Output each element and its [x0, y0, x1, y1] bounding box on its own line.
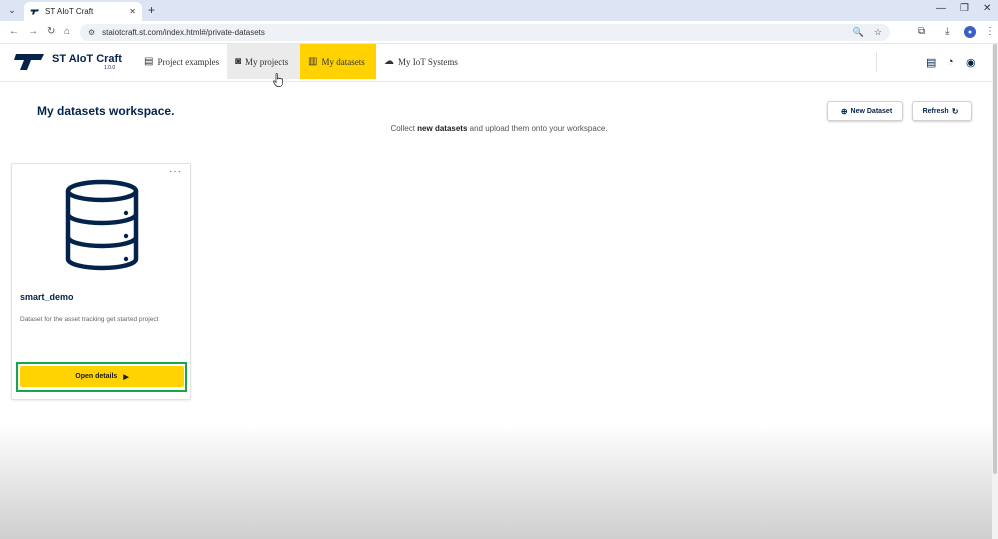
back-button[interactable]: ←: [9, 26, 19, 37]
page-subtitle: Collect new datasets and upload them ont…: [0, 124, 998, 133]
new-dataset-label: New Dataset: [850, 107, 893, 115]
cloud-icon: ☁: [384, 56, 394, 67]
add-circle-icon: ⊕: [840, 106, 848, 116]
subtitle-pre: Collect: [390, 124, 415, 133]
new-tab-button[interactable]: +: [148, 3, 155, 17]
minimize-button[interactable]: —: [936, 3, 946, 14]
nav-label: My projects: [245, 56, 289, 67]
card-more-menu-icon[interactable]: ···: [169, 166, 182, 177]
nav-label: Project examples: [157, 56, 220, 67]
zoom-icon[interactable]: 🔍: [853, 27, 864, 38]
nav-my-iot-systems[interactable]: ☁ My IoT Systems: [376, 44, 466, 79]
app-header: ST AIoT Craft 1.0.0 ▤ Project examples ◙…: [0, 44, 998, 82]
header-divider: [876, 52, 877, 72]
refresh-icon: ↻: [951, 106, 959, 116]
dataset-name: smart_demo: [20, 292, 74, 302]
dataset-card[interactable]: ··· smart_demo Dataset for the asset tra…: [11, 163, 191, 400]
account-icon[interactable]: ◉: [966, 56, 976, 69]
restore-button[interactable]: ❐: [960, 3, 969, 14]
tab-search-icon[interactable]: ⌄: [6, 4, 18, 16]
subtitle-post: and upload them onto your workspace.: [469, 124, 608, 133]
nav-my-datasets[interactable]: ▥ My datasets: [300, 44, 376, 79]
refresh-button[interactable]: Refresh ↻: [912, 101, 972, 121]
examples-icon: ▤: [144, 56, 154, 67]
close-window-button[interactable]: ✕: [983, 3, 991, 14]
projects-icon: ◙: [235, 56, 242, 67]
scrollbar-thumb[interactable]: [993, 44, 997, 474]
dashboard-gauge-icon[interactable]: ◔: [947, 56, 954, 68]
url-text[interactable]: staiotcraft.st.com/index.html#/private-d…: [102, 28, 843, 37]
open-details-button[interactable]: Open details ▶: [20, 366, 184, 387]
browser-toolbar: ← → ↻ ⌂ ⚙ staiotcraft.st.com/index.html#…: [0, 21, 998, 44]
refresh-label: Refresh: [922, 107, 949, 115]
st-favicon-icon: [30, 9, 39, 14]
st-logo-icon[interactable]: [13, 53, 45, 71]
home-button[interactable]: ⌂: [64, 26, 70, 37]
tab-title: ST AIoT Craft: [45, 7, 94, 16]
documentation-icon[interactable]: ▤: [926, 56, 936, 69]
page-scrollbar[interactable]: [992, 44, 998, 539]
browser-profile-avatar[interactable]: ●: [964, 26, 976, 38]
nav-project-examples[interactable]: ▤ Project examples: [136, 44, 227, 79]
reload-button[interactable]: ↻: [47, 26, 55, 37]
dataset-description: Dataset for the asset tracking get start…: [20, 316, 159, 323]
hand-cursor-icon: [273, 73, 283, 87]
extensions-icon[interactable]: ⧉: [918, 26, 925, 37]
brand-name[interactable]: ST AIoT Craft: [52, 53, 122, 65]
browser-menu-icon[interactable]: ⋮: [985, 26, 995, 37]
open-details-label: Open details: [75, 373, 118, 380]
app-version: 1.0.0: [104, 65, 116, 71]
site-info-icon[interactable]: ⚙: [88, 28, 95, 37]
nav-label: My datasets: [321, 56, 365, 67]
browser-tabstrip: ⌄ ST AIoT Craft ✕ + — ❐ ✕: [0, 0, 998, 21]
download-icon[interactable]: ⤓: [945, 26, 949, 37]
nav-label: My IoT Systems: [398, 56, 458, 67]
datasets-icon: ▥: [308, 56, 318, 67]
database-icon: [65, 179, 139, 271]
subtitle-bold: new datasets: [417, 124, 468, 133]
bookmark-star-icon[interactable]: ☆: [874, 27, 882, 38]
new-dataset-button[interactable]: ⊕ New Dataset: [827, 101, 903, 121]
address-bar[interactable]: ⚙ staiotcraft.st.com/index.html#/private…: [80, 24, 890, 41]
browser-tab[interactable]: ST AIoT Craft ✕: [24, 2, 142, 21]
page-title: My datasets workspace.: [37, 104, 175, 118]
tab-close-icon[interactable]: ✕: [129, 7, 136, 16]
nav-my-projects[interactable]: ◙ My projects: [227, 44, 300, 79]
forward-button[interactable]: →: [28, 26, 38, 37]
bottom-fade-overlay: [0, 425, 998, 539]
play-arrow-icon: ▶: [123, 373, 129, 381]
